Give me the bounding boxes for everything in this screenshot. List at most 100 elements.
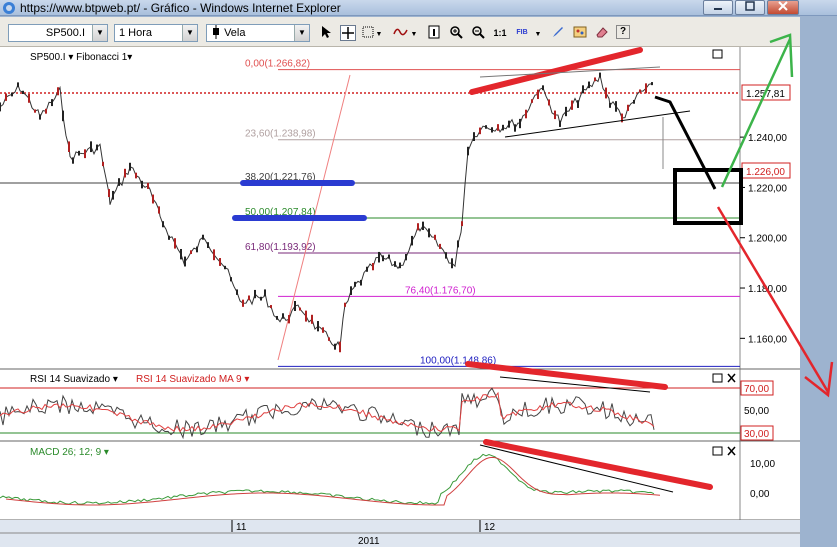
crosshair-tool[interactable] <box>340 25 356 41</box>
candle <box>242 299 244 307</box>
candle <box>599 72 601 78</box>
symbol-field[interactable]: SP500.I ▼ <box>8 24 108 42</box>
candle <box>17 82 19 88</box>
palette-tool[interactable] <box>572 25 588 41</box>
candle <box>627 104 629 111</box>
help-button[interactable]: ? <box>616 25 630 39</box>
candle <box>224 265 226 270</box>
candle <box>519 118 521 129</box>
candle <box>108 189 110 198</box>
price-legend[interactable]: SP500.I ▾ Fibonacci 1▾ <box>30 52 132 63</box>
candle <box>565 106 567 117</box>
wave-dropdown[interactable]: ▼ <box>409 25 419 41</box>
candle <box>451 258 453 269</box>
zoom-out-tool[interactable] <box>470 25 486 41</box>
candle <box>260 296 262 301</box>
candle <box>378 251 380 263</box>
symbol-dropdown-icon[interactable]: ▼ <box>92 25 107 41</box>
ie-logo-icon <box>3 2 15 14</box>
close-button[interactable] <box>767 0 799 15</box>
eraser-icon <box>596 27 608 38</box>
rsi-legend-a[interactable]: RSI 14 Suavizado ▾ <box>30 374 118 385</box>
candle <box>651 82 653 86</box>
day-label-12: 12 <box>484 522 496 533</box>
candle <box>445 252 447 259</box>
candle <box>5 93 7 101</box>
candle <box>152 194 154 204</box>
macd-tick-10: 10,00 <box>750 459 775 470</box>
ratio-tool[interactable]: 1:1 <box>492 25 508 41</box>
candle <box>344 302 346 307</box>
candle <box>51 99 53 107</box>
minimize-button[interactable] <box>703 0 733 15</box>
candle <box>11 92 13 97</box>
day-label-11: 11 <box>236 522 247 533</box>
eraser-tool[interactable] <box>594 25 610 41</box>
candle <box>497 124 499 131</box>
candle <box>434 234 436 240</box>
candle <box>141 180 143 189</box>
candle <box>577 100 579 108</box>
chart-style-select[interactable]: Vela ▼ <box>206 24 310 42</box>
candle <box>180 248 182 260</box>
info-tool[interactable] <box>426 25 442 41</box>
info-icon <box>428 25 440 39</box>
candle <box>158 206 160 214</box>
candle <box>388 254 390 259</box>
wave-tool[interactable] <box>393 25 409 41</box>
chart-style-dropdown-icon[interactable]: ▼ <box>294 25 309 41</box>
maximize-button[interactable] <box>735 0 765 15</box>
macd-tick-0: 0,00 <box>750 489 770 500</box>
window-title: https://www.btpweb.pt/ - Gráfico - Windo… <box>20 1 341 15</box>
candle <box>174 238 176 249</box>
chart-area[interactable]: SP500.I ▾ Fibonacci 1▾ 0,00(1.266,82) 23,… <box>0 47 800 547</box>
macd-legend[interactable]: MACD 26; 12; 9 ▾ <box>30 447 109 458</box>
timeframe-dropdown-icon[interactable]: ▼ <box>182 25 197 41</box>
candle <box>514 124 516 132</box>
candle <box>202 234 204 240</box>
candle <box>294 300 296 311</box>
candle <box>162 221 164 228</box>
candle <box>428 228 430 238</box>
crosshair-icon <box>342 27 354 39</box>
candle <box>124 168 126 178</box>
fib-label-5: 76,40(1.176,70) <box>405 285 476 296</box>
arrow-red-head <box>804 361 834 398</box>
candle <box>633 99 635 104</box>
candle <box>615 101 617 112</box>
cursor-tool[interactable] <box>318 25 334 41</box>
candle <box>339 341 341 353</box>
pen-tool[interactable] <box>550 25 566 41</box>
title-bar[interactable]: https://www.btpweb.pt/ - Gráfico - Windo… <box>0 0 837 16</box>
candle <box>184 256 186 267</box>
candle <box>457 240 459 248</box>
candle <box>0 102 1 112</box>
candle <box>78 150 80 156</box>
candle <box>548 99 550 106</box>
candle <box>399 262 401 269</box>
candle <box>276 315 278 320</box>
arrow-red-line <box>716 206 830 393</box>
rsi-legend-b[interactable]: RSI 14 Suavizado MA 9 ▾ <box>136 374 249 385</box>
candle <box>112 190 114 200</box>
fibonacci-tool[interactable]: FIB <box>514 25 530 41</box>
candle <box>57 87 59 96</box>
candle <box>118 178 120 186</box>
zoom-in-tool[interactable] <box>448 25 464 41</box>
grid-dropdown[interactable]: ▼ <box>374 25 384 41</box>
candle <box>422 221 424 231</box>
fib-dropdown[interactable]: ▼ <box>533 25 543 41</box>
candle <box>559 120 561 127</box>
candle <box>479 127 481 135</box>
candle <box>531 99 533 103</box>
candle <box>230 277 232 282</box>
candle <box>96 144 98 151</box>
pen-icon <box>553 27 563 37</box>
candle <box>354 281 356 287</box>
maximize-icon <box>745 1 755 11</box>
candle <box>102 161 104 167</box>
candle <box>605 87 607 99</box>
candle <box>334 343 336 350</box>
candle <box>322 327 324 333</box>
timeframe-select[interactable]: 1 Hora ▼ <box>114 24 198 42</box>
